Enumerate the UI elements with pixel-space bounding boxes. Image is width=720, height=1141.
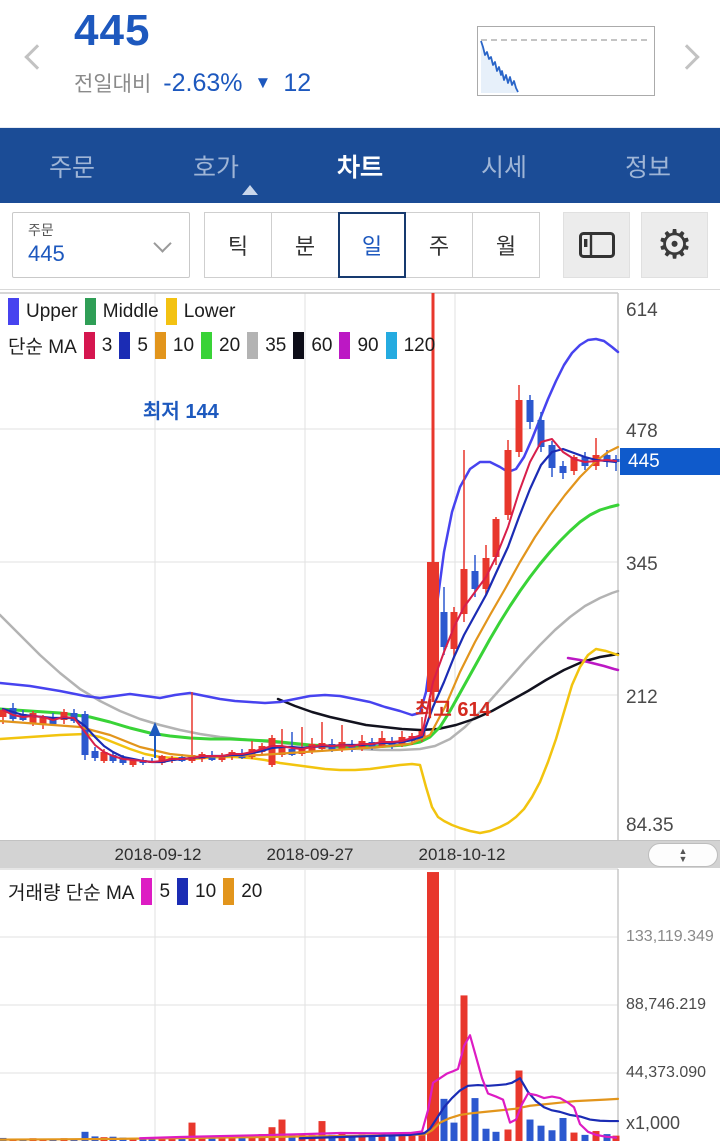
price-axis-label: 614	[626, 300, 658, 321]
volume-axis-label: 44,373.090	[626, 1063, 707, 1081]
legend-swatch	[119, 332, 131, 359]
settings-button[interactable]: ⚙	[641, 212, 708, 278]
legend-swatch	[339, 332, 351, 359]
change-percent: -2.63%	[163, 68, 243, 97]
legend-swatch	[201, 332, 213, 359]
price-axis-label: 212	[626, 687, 658, 708]
legend-label: 10	[195, 880, 217, 902]
svg-text:최고 614: 최고 614	[415, 698, 492, 721]
chevron-down-icon	[153, 234, 172, 253]
nav-tab-2[interactable]: 호가	[144, 128, 288, 203]
legend-swatch	[141, 878, 153, 905]
prev-stock-icon[interactable]	[24, 44, 50, 70]
date-label: 2018-10-12	[418, 845, 506, 864]
legend-swatch	[165, 298, 177, 325]
legend-swatch	[8, 298, 19, 325]
price-chart-plot: 최저 144 최고 614	[0, 292, 620, 840]
legend-label: 120	[403, 334, 436, 356]
mini-chart-sparkline	[480, 39, 651, 93]
price-axis-label: 84.35	[626, 814, 674, 836]
ma-legend: 단순 MA 3 5 10 20 35 60 90 120	[8, 332, 435, 359]
layout-panel-icon	[578, 232, 615, 258]
legend-swatch	[83, 332, 95, 359]
price-axis-label: 478	[626, 421, 658, 442]
legend-label: 5	[159, 880, 171, 902]
layout-panel-button[interactable]	[563, 212, 630, 278]
legend-label: Middle	[102, 300, 159, 322]
change-label: 전일대비	[74, 73, 152, 96]
period-button-4[interactable]: 주	[405, 212, 473, 278]
legend-label: Lower	[183, 300, 236, 322]
period-button-1[interactable]: 틱	[204, 212, 272, 278]
settings-gear-icon: ⚙	[656, 223, 693, 267]
legend-swatch	[385, 332, 397, 359]
mini-chart-preview[interactable]	[477, 26, 655, 96]
legend-swatch	[293, 332, 305, 359]
order-dropdown-label: 주문	[28, 222, 54, 238]
main-nav: 주문 호가 차트 시세 정보	[0, 128, 720, 203]
nav-tab-1[interactable]: 주문	[0, 128, 144, 203]
volume-chart-panel[interactable]: 거래량 단순 MA 5 10 20 133,119.349 88,746.219 44,3…	[0, 868, 720, 1141]
date-axis-scrollbar[interactable]: ▲ ▼ 2018-09-12 2018-09-27 2018-10-12	[0, 840, 720, 868]
legend-label: Upper	[26, 300, 78, 322]
period-button-3[interactable]: 일	[338, 212, 406, 278]
nav-tab-4[interactable]: 시세	[432, 128, 576, 203]
date-label: 2018-09-12	[114, 845, 202, 864]
legend-swatch	[223, 878, 235, 905]
svg-text:최저 144: 최저 144	[143, 400, 220, 423]
next-stock-icon[interactable]	[674, 44, 700, 70]
current-price-badge: 445	[620, 448, 720, 475]
down-arrow-icon: ▼	[254, 73, 272, 92]
volume-unit-label: x1,000	[626, 1113, 681, 1133]
period-button-group: 틱분일주월	[204, 212, 540, 278]
legend-label: 10	[172, 334, 195, 356]
date-label: 2018-09-27	[266, 845, 354, 864]
legend-swatch	[247, 332, 259, 359]
legend-swatch	[177, 878, 189, 905]
zoom-spinner[interactable]: ▲ ▼	[648, 843, 718, 867]
submenu-triangle-icon	[242, 185, 258, 195]
legend-label: 35	[265, 334, 287, 356]
order-dropdown-value: 445	[28, 241, 65, 266]
legend-label: 90	[357, 334, 379, 356]
chart-toolbar: 주문 445 틱분일주월 ⚙	[0, 203, 720, 290]
period-button-5[interactable]: 월	[472, 212, 540, 278]
legend-label: 5	[137, 334, 148, 356]
bollinger-legend: Upper Middle Lower	[8, 298, 235, 325]
price-axis-label: 345	[626, 554, 658, 575]
legend-label: 60	[311, 334, 333, 356]
order-dropdown[interactable]: 주문 445	[12, 212, 190, 278]
header: 445 전일대비 -2.63% ▼ 12	[0, 0, 720, 128]
legend-title: 단순 MA	[8, 337, 77, 358]
nav-tab-3[interactable]: 차트	[288, 128, 432, 203]
legend-swatch	[84, 298, 96, 325]
nav-tab-5[interactable]: 정보	[576, 128, 720, 203]
volume-axis-label: 88,746.219	[626, 995, 707, 1013]
change-value: 12	[283, 68, 312, 97]
volume-ma-legend: 거래량 단순 MA 5 10 20	[8, 878, 262, 905]
legend-swatch	[154, 332, 166, 359]
volume-axis-label: 133,119.349	[626, 927, 714, 945]
volume-chart-plot	[0, 868, 620, 1141]
legend-label: 3	[101, 334, 113, 356]
spinner-down-icon: ▼	[678, 854, 688, 864]
period-button-2[interactable]: 분	[271, 212, 339, 278]
legend-label: 20	[219, 334, 241, 356]
legend-label: 20	[241, 880, 263, 902]
legend-title: 거래량 단순 MA	[8, 883, 135, 904]
current-price: 445	[74, 6, 151, 55]
price-chart-panel[interactable]: 최저 144 최고 614 Upper Middle Lower 단순 MA 3 5 10 2…	[0, 290, 720, 840]
